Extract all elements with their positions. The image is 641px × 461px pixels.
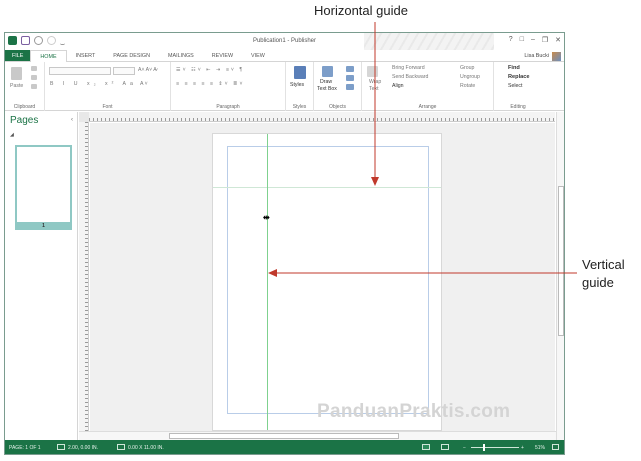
watermark: PanduanPraktis.com bbox=[317, 401, 511, 422]
horizontal-guide-arrowhead bbox=[371, 177, 379, 186]
vertical-guide-arrowhead bbox=[268, 269, 277, 277]
callout-arrows bbox=[268, 22, 577, 277]
